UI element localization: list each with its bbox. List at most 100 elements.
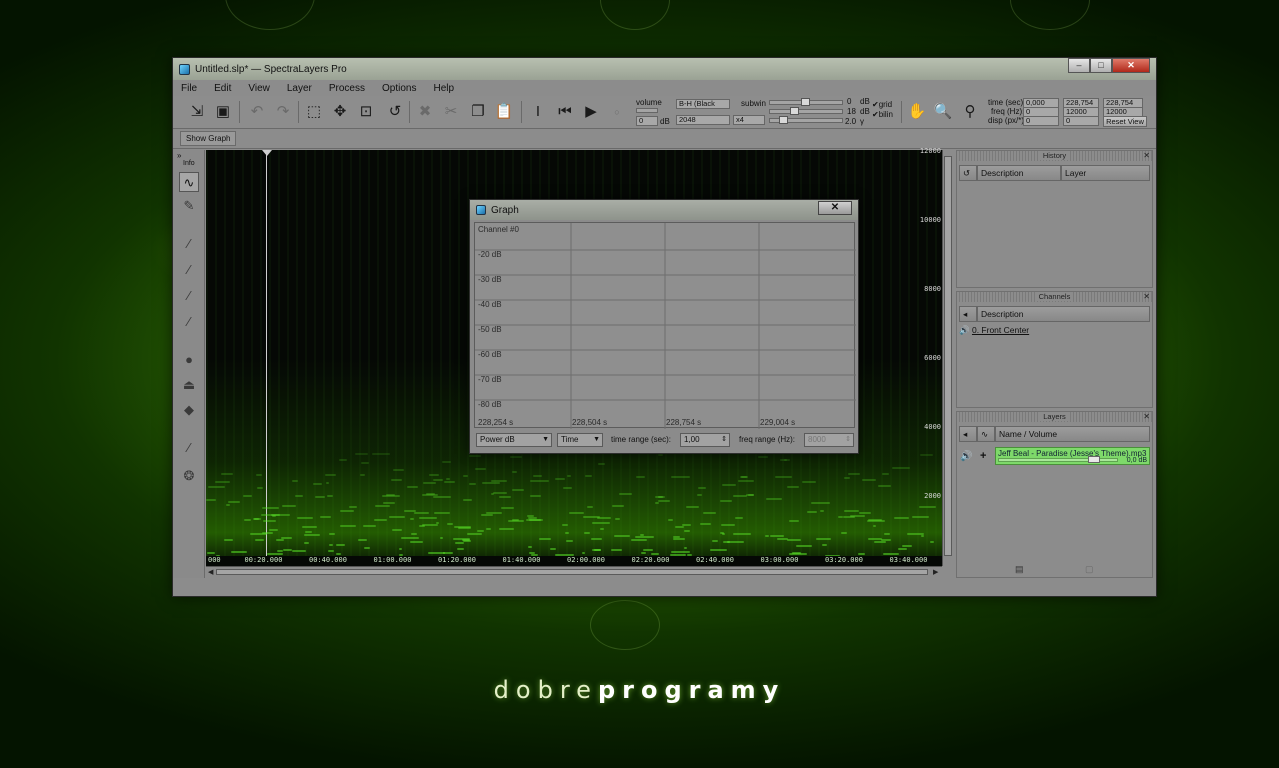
history-col-layer[interactable]: Layer xyxy=(1061,165,1150,181)
spectrum-streak xyxy=(569,512,584,514)
transform-icon[interactable]: ⊡ xyxy=(356,102,376,122)
gamma-knob[interactable] xyxy=(779,116,788,124)
layer-volume-knob[interactable] xyxy=(1088,456,1100,463)
rect-select-icon[interactable]: ⬚ xyxy=(304,102,324,122)
reset-view-button[interactable]: Reset View xyxy=(1103,116,1147,127)
brush-icon[interactable]: ⁄ xyxy=(179,234,199,254)
spectrum-streak xyxy=(354,453,368,456)
layer-add-icon[interactable]: + xyxy=(980,450,986,462)
disp-a-field[interactable]: 0 xyxy=(1023,116,1059,126)
menu-layer[interactable]: Layer xyxy=(287,83,312,94)
menu-file[interactable]: File xyxy=(181,83,197,94)
lasso-icon[interactable]: ↺ xyxy=(385,102,405,122)
grid-checkbox[interactable]: ✔grid xyxy=(872,100,892,109)
save-icon[interactable]: ▣ xyxy=(213,102,233,122)
level-knob[interactable] xyxy=(801,98,810,106)
hand-icon[interactable]: ✋ xyxy=(907,102,927,122)
import-icon[interactable]: ⇲ xyxy=(187,102,207,122)
text-cursor-icon[interactable]: I xyxy=(528,102,548,122)
playback-marker[interactable] xyxy=(262,150,272,156)
undo-icon[interactable]: ↶ xyxy=(247,102,267,122)
play-icon[interactable]: ▶ xyxy=(581,102,601,122)
layer-speaker-toggle-icon[interactable]: 🔊 xyxy=(960,451,972,462)
wand-icon[interactable]: ⁄ xyxy=(179,438,199,458)
colormap-select[interactable]: B-H (Black xyxy=(676,99,730,109)
scroll-right-icon[interactable]: ▶ xyxy=(933,568,938,576)
time-tick: 02:00.000 xyxy=(567,556,605,564)
view-icon[interactable]: ⚲ xyxy=(960,102,980,122)
channel-name[interactable]: 0. Front Center xyxy=(972,325,1029,335)
graph-close-button[interactable]: ✕ xyxy=(818,201,852,215)
brush2-icon[interactable]: ⁄ xyxy=(179,260,199,280)
menu-help[interactable]: Help xyxy=(433,83,454,94)
expand-icon[interactable]: » xyxy=(177,151,181,160)
pencil-icon[interactable]: ✎ xyxy=(179,196,199,216)
playback-cursor[interactable] xyxy=(266,150,267,558)
freq-range-field[interactable]: 8000 ⇕ xyxy=(804,433,854,447)
eraser-icon[interactable]: ◆ xyxy=(179,400,199,420)
brush3-icon[interactable]: ⁄ xyxy=(179,286,199,306)
bilin-checkbox[interactable]: ✔bilin xyxy=(872,110,893,119)
spectrum-streak xyxy=(226,504,231,507)
volume-slider[interactable] xyxy=(636,108,658,113)
brush4-icon[interactable]: ⁄ xyxy=(179,312,199,332)
delete-icon[interactable]: ✖ xyxy=(415,102,435,122)
time-range-field[interactable]: 1,00 ⇕ xyxy=(680,433,730,447)
graph-plot[interactable]: Channel #0 -20 dB -30 dB -40 dB -50 dB -… xyxy=(474,222,856,429)
horizontal-scrollbar[interactable]: ◀ ▶ xyxy=(206,566,942,577)
spectrum-streak xyxy=(655,501,660,504)
subwin-select[interactable]: x4 xyxy=(733,115,765,125)
graph-x-label: 228,504 s xyxy=(572,418,608,427)
channel-row[interactable]: 🔊 0. Front Center xyxy=(959,325,1029,336)
new-layer-icon[interactable]: ▤ xyxy=(1015,564,1024,575)
show-graph-button[interactable]: Show Graph xyxy=(180,131,237,146)
graph-title-bar[interactable]: Graph ✕ xyxy=(470,200,858,220)
spectrum-streak xyxy=(765,534,770,537)
history-close-icon[interactable]: ✕ xyxy=(1143,151,1150,161)
record-icon[interactable]: ○ xyxy=(607,102,627,122)
fft-size-select[interactable]: 2048 xyxy=(676,115,730,125)
disp-b-field[interactable]: 0 xyxy=(1063,116,1099,126)
layers-panel: Layers ✕ ◂ ∿ Name / Volume 🔊 + Jeff Beal … xyxy=(956,411,1153,578)
close-button[interactable]: ✕ xyxy=(1112,58,1150,73)
heal-icon[interactable]: ❂ xyxy=(179,466,199,486)
layer-item[interactable]: Jeff Beal - Paradise (Jesse's Theme).mp3… xyxy=(995,447,1150,465)
maximize-button[interactable]: □ xyxy=(1090,58,1112,73)
layers-close-icon[interactable]: ✕ xyxy=(1143,412,1150,422)
horizontal-scroll-thumb[interactable] xyxy=(216,569,928,575)
menu-process[interactable]: Process xyxy=(329,83,365,94)
zoom-icon[interactable]: 🔍 xyxy=(933,102,953,122)
range-slider[interactable] xyxy=(769,109,843,114)
graph-mode-select[interactable]: Power dB ▼ xyxy=(476,433,552,447)
graph-axis-select[interactable]: Time ▼ xyxy=(557,433,603,447)
channels-close-icon[interactable]: ✕ xyxy=(1143,292,1150,302)
speaker-icon[interactable]: 🔊 xyxy=(959,325,970,335)
minimize-button[interactable]: – xyxy=(1068,58,1090,73)
menu-options[interactable]: Options xyxy=(382,83,416,94)
spectrum-streak xyxy=(254,538,265,541)
menu-edit[interactable]: Edit xyxy=(214,83,231,94)
paste-icon[interactable]: 📋 xyxy=(494,102,514,122)
range-knob[interactable] xyxy=(790,107,799,115)
vertical-scroll-thumb[interactable] xyxy=(944,156,952,556)
volume-field[interactable]: 0 xyxy=(636,116,658,126)
layers-col-name[interactable]: Name / Volume xyxy=(995,426,1150,442)
menu-view[interactable]: View xyxy=(248,83,270,94)
layer-volume-slider[interactable] xyxy=(998,458,1118,462)
scroll-left-icon[interactable]: ◀ xyxy=(208,568,213,576)
title-bar[interactable]: Untitled.slp* — SpectraLayers Pro – □ ✕ xyxy=(173,58,1156,80)
channels-col-description[interactable]: Description xyxy=(977,306,1150,322)
skip-start-icon[interactable]: ⏮ xyxy=(555,102,575,122)
redo-icon[interactable]: ↷ xyxy=(273,102,293,122)
spectrum-streak xyxy=(810,502,830,505)
history-col-description[interactable]: Description xyxy=(977,165,1061,181)
delete-layer-icon[interactable]: ▢ xyxy=(1085,564,1094,575)
stamp-icon[interactable]: ⏏ xyxy=(179,375,199,395)
cut-icon[interactable]: ✂ xyxy=(441,102,461,122)
copy-icon[interactable]: ❐ xyxy=(468,102,488,122)
circle-icon[interactable]: ● xyxy=(179,350,199,370)
history-undo-icon[interactable]: ↺ xyxy=(959,165,977,181)
graph-tool-icon[interactable]: ∿ xyxy=(179,172,199,192)
move-icon[interactable]: ✥ xyxy=(330,102,350,122)
vertical-scrollbar[interactable] xyxy=(942,150,953,566)
